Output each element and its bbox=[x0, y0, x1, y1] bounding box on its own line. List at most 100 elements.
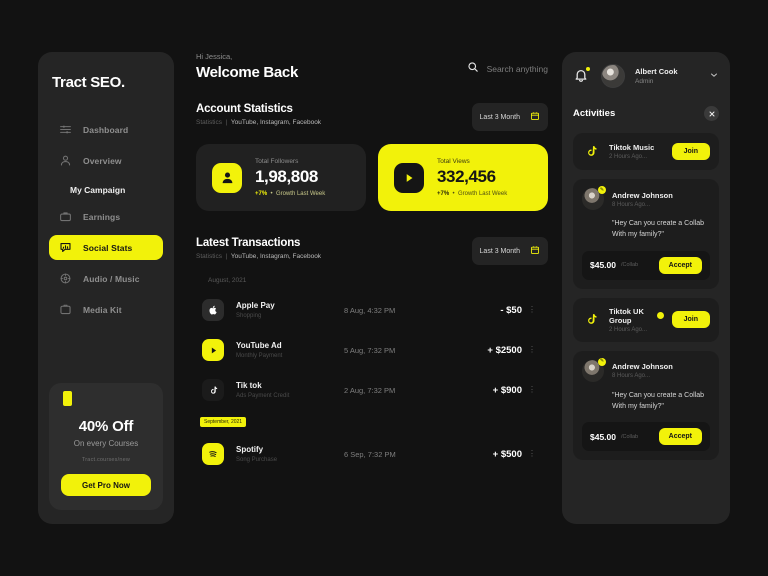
activity-card-tiktok-music: Tiktok Music 2 Hours Ago... Join bbox=[573, 133, 719, 170]
promo-card: 40% Off On every Courses Tract.courses/n… bbox=[49, 383, 163, 510]
transaction-date: 8 Aug, 4:32 PM bbox=[344, 305, 396, 315]
edit-badge-icon: ✎ bbox=[598, 357, 606, 366]
transaction-name: Spotify bbox=[236, 445, 264, 454]
stat-text-block: Total Views 332,456 +7% • Growth Last We… bbox=[437, 158, 507, 197]
chevron-down-icon[interactable] bbox=[709, 67, 719, 85]
stat-growth-pct: +7% bbox=[437, 191, 450, 197]
sidebar-item-social-stats[interactable]: Social Stats bbox=[49, 235, 163, 260]
transactions-period-filter[interactable]: Last 3 Month bbox=[471, 237, 548, 265]
stat-card-total-views: Total Views 332,456 +7% • Growth Last We… bbox=[378, 144, 548, 211]
table-row[interactable]: YouTube Ad Monthly Payment 5 Aug, 7:32 P… bbox=[196, 330, 548, 370]
section-subtitle-sources: YouTube, Instagram, Facebook bbox=[230, 119, 322, 126]
stat-value: 332,456 bbox=[437, 167, 496, 186]
activity-message: "Hey Can you create a Collab With my fam… bbox=[612, 220, 704, 238]
join-button[interactable]: Join bbox=[671, 143, 710, 160]
sliders-icon bbox=[59, 123, 72, 136]
activity-price: $45.00 bbox=[590, 260, 616, 271]
activity-footer: $45.00 /Collab Accept bbox=[582, 422, 710, 452]
greeting-text: Hi Jessica, bbox=[196, 52, 233, 61]
sidebar-item-dashboard[interactable]: Dashboard bbox=[49, 117, 163, 142]
activity-text: Tiktok UK Group 2 Hours Ago... bbox=[609, 307, 664, 333]
filter-label: Last 3 Month bbox=[479, 247, 520, 255]
calendar-icon bbox=[530, 108, 540, 126]
activities-header: Activities bbox=[573, 106, 719, 121]
sidebar-item-media-kit[interactable]: Media Kit bbox=[49, 297, 163, 322]
notification-dot bbox=[586, 67, 590, 71]
calendar-icon bbox=[530, 242, 540, 260]
table-row[interactable]: Spotify Song Purchase 6 Sep, 7:32 PM + $… bbox=[196, 434, 548, 474]
get-pro-now-button[interactable]: Get Pro Now bbox=[61, 474, 151, 496]
avatar[interactable] bbox=[601, 64, 625, 88]
activity-time: 2 Hours Ago... bbox=[609, 154, 648, 160]
search-input[interactable]: Search anything bbox=[467, 60, 548, 81]
transaction-list: August, 2021 Apple Pay Shopping 8 Aug, 4… bbox=[196, 277, 548, 474]
table-row[interactable]: Tik tok Ads Payment Credit 2 Aug, 7:32 P… bbox=[196, 370, 548, 410]
stat-label: Total Views bbox=[437, 158, 470, 165]
sidebar-item-earnings[interactable]: Earnings bbox=[49, 204, 163, 229]
transaction-category: Song Purchase bbox=[236, 457, 278, 463]
sidebar-item-audio-music[interactable]: Audio / Music bbox=[49, 266, 163, 291]
stat-value: 1,98,808 bbox=[255, 167, 318, 186]
sidebar-item-label: Media Kit bbox=[83, 304, 122, 315]
activity-footer: $45.00 /Collab Accept bbox=[582, 250, 710, 280]
topbar: Hi Jessica, Welcome Back Search anything bbox=[196, 52, 548, 81]
close-panel-button[interactable] bbox=[704, 106, 719, 121]
activity-name: Tiktok UK Group bbox=[609, 306, 644, 325]
transaction-name-block: YouTube Ad Monthly Payment bbox=[236, 341, 344, 359]
greeting-block: Hi Jessica, Welcome Back bbox=[196, 52, 298, 81]
section-subtitle: Statistics | YouTube, Instagram, Faceboo… bbox=[196, 253, 322, 260]
activity-text: Andrew Johnson 8 Hours Ago... bbox=[612, 362, 673, 379]
activity-card-collab-request: ✎ Andrew Johnson 8 Hours Ago... "Hey Can… bbox=[573, 350, 719, 461]
activity-time: 2 Hours Ago... bbox=[609, 326, 648, 333]
stats-period-filter[interactable]: Last 3 Month bbox=[471, 103, 548, 131]
transaction-name: Apple Pay bbox=[236, 301, 275, 310]
play-icon bbox=[394, 162, 424, 193]
join-button[interactable]: Join bbox=[671, 311, 710, 329]
activity-price-unit: /Collab bbox=[621, 433, 639, 440]
activity-text: Andrew Johnson 8 Hours Ago... bbox=[612, 191, 673, 208]
section-title-block: Latest Transactions Statistics | YouTube… bbox=[196, 237, 321, 260]
table-row[interactable]: Apple Pay Shopping 8 Aug, 4:32 PM - $50 … bbox=[196, 290, 548, 330]
transaction-amount: + $2500 bbox=[487, 344, 522, 356]
brand-logo: Tract SEO. bbox=[52, 74, 125, 91]
sidebar-item-overview[interactable]: Overview bbox=[49, 148, 163, 173]
main-content: Hi Jessica, Welcome Back Search anything… bbox=[186, 52, 550, 524]
user-info: Albert Cook Admin bbox=[635, 67, 678, 85]
transaction-date: 6 Sep, 7:32 PM bbox=[344, 449, 396, 459]
sidebar-item-label: Earnings bbox=[83, 211, 121, 222]
activity-time: 8 Hours Ago... bbox=[612, 373, 651, 380]
section-subtitle-prefix: Statistics bbox=[196, 119, 223, 126]
transaction-name: Tik tok bbox=[236, 381, 262, 390]
user-role: Admin bbox=[635, 78, 654, 85]
more-vertical-icon[interactable]: ⋮ bbox=[522, 386, 542, 394]
more-vertical-icon[interactable]: ⋮ bbox=[522, 450, 542, 458]
accept-button[interactable]: Accept bbox=[658, 256, 702, 274]
stat-label: Total Followers bbox=[255, 158, 299, 165]
account-statistics-header: Account Statistics Statistics | YouTube,… bbox=[196, 103, 548, 131]
play-icon bbox=[202, 339, 224, 361]
activity-price-unit: /Collab bbox=[621, 262, 639, 269]
transaction-category: Ads Payment Credit bbox=[236, 393, 290, 399]
stat-text-block: Total Followers 1,98,808 +7% • Growth La… bbox=[255, 158, 325, 197]
accept-button[interactable]: Accept bbox=[658, 428, 702, 446]
transaction-name: YouTube Ad bbox=[236, 341, 282, 350]
chat-stats-icon bbox=[59, 241, 72, 254]
avatar: ✎ bbox=[582, 186, 606, 210]
sidebar-item-label: Audio / Music bbox=[83, 273, 140, 284]
stat-growth-text: Growth Last Week bbox=[275, 191, 326, 197]
transaction-date: 2 Aug, 7:32 PM bbox=[344, 385, 396, 395]
sidebar-item-label: Dashboard bbox=[83, 124, 129, 135]
sidebar: Tract SEO. Dashboard Overview My Campaig… bbox=[38, 52, 174, 524]
search-icon bbox=[467, 60, 479, 78]
more-vertical-icon[interactable]: ⋮ bbox=[522, 306, 542, 314]
more-vertical-icon[interactable]: ⋮ bbox=[522, 346, 542, 354]
sidebar-nav: Dashboard Overview My Campaign Earnings bbox=[38, 117, 174, 328]
sidebar-item-label: Overview bbox=[83, 155, 122, 166]
transaction-category: Shopping bbox=[236, 313, 262, 319]
transaction-group-september: September, 2021 bbox=[200, 417, 247, 427]
stat-growth-text: Growth Last Week bbox=[457, 191, 508, 197]
stat-card-total-followers: Total Followers 1,98,808 +7% • Growth La… bbox=[196, 144, 366, 211]
activity-time: 8 Hours Ago... bbox=[612, 201, 651, 208]
tiktok-icon bbox=[582, 142, 601, 161]
notifications-button[interactable] bbox=[573, 67, 591, 85]
